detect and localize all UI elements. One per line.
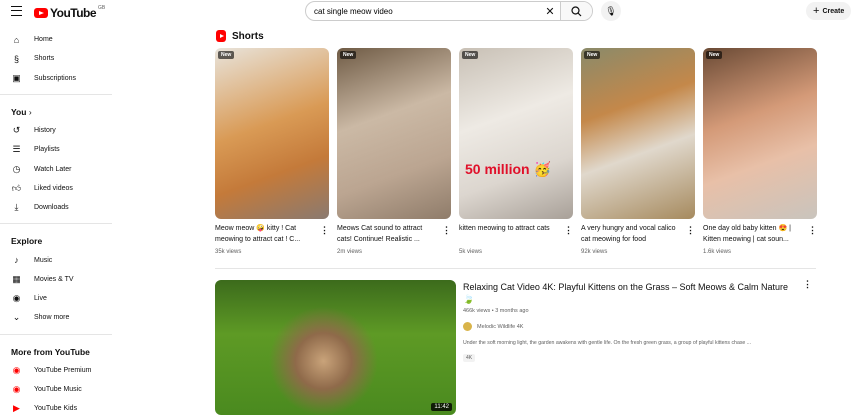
sidebar: ⌂ Home § Shorts ▣ Subscriptions You › ↺ Hist… xyxy=(0,30,112,418)
voice-search-button[interactable]: 🎙 xyxy=(601,1,621,21)
channel-avatar[interactable] xyxy=(463,322,472,331)
clear-icon[interactable]: ✕ xyxy=(540,5,560,18)
sidebar-item-premium[interactable]: ◉ YouTube Premium xyxy=(0,361,112,380)
plus-icon: + xyxy=(813,5,820,17)
history-icon: ↺ xyxy=(12,125,21,136)
chevron-down-icon: ⌄ xyxy=(12,312,21,323)
sidebar-item-movies[interactable]: ▦ Movies & TV xyxy=(0,270,112,289)
new-badge: New xyxy=(462,51,479,59)
short-views: 5k views xyxy=(459,249,483,255)
sidebar-item-subscriptions[interactable]: ▣ Subscriptions xyxy=(0,69,112,88)
video-tag-badge: 4K xyxy=(463,354,476,362)
short-thumbnail[interactable]: New xyxy=(215,48,329,219)
new-badge: New xyxy=(706,51,723,59)
search-button[interactable] xyxy=(560,2,592,20)
menu-icon[interactable] xyxy=(11,6,22,16)
home-icon: ⌂ xyxy=(13,34,20,45)
more-options-icon[interactable]: ⋮ xyxy=(442,225,451,236)
short-thumbnail[interactable]: New xyxy=(337,48,451,219)
new-badge: New xyxy=(584,51,601,59)
youtube-logo[interactable]: YouTube GB xyxy=(34,5,106,20)
short-title[interactable]: Meows Cat sound to attract cats! Continu… xyxy=(337,223,437,245)
divider xyxy=(0,93,112,95)
subscriptions-icon: ▣ xyxy=(12,72,21,83)
thumbnail-overlay-text: 50 million 🥳 xyxy=(465,161,551,177)
sidebar-item-playlists[interactable]: ☰ Playlists xyxy=(0,140,112,159)
sidebar-item-liked-videos[interactable]: 👍︎ Liked videos xyxy=(0,179,112,198)
channel-name[interactable]: Melodic Wildlife 4K xyxy=(477,324,523,330)
video-thumbnail[interactable]: 11:42 xyxy=(215,280,456,415)
music-icon: ♪ xyxy=(14,255,19,266)
sidebar-item-music[interactable]: ♪ Music xyxy=(0,250,112,269)
divider xyxy=(0,333,112,335)
sidebar-item-home[interactable]: ⌂ Home xyxy=(0,30,112,49)
film-icon: ▦ xyxy=(12,273,21,284)
channel[interactable]: Melodic Wildlife 4K xyxy=(463,322,793,331)
video-info: Relaxing Cat Video 4K: Playful Kittens o… xyxy=(463,281,793,364)
video-meta: 466k views • 3 months ago xyxy=(463,308,529,314)
playlists-icon: ☰ xyxy=(12,144,21,155)
short-views: 2m views xyxy=(337,249,363,255)
search-input[interactable] xyxy=(306,6,540,16)
you-heading[interactable]: You › xyxy=(0,101,112,121)
new-badge: New xyxy=(218,51,235,59)
sidebar-item-downloads[interactable]: ⤓ Downloads xyxy=(0,198,112,217)
country-code: GB xyxy=(98,5,106,11)
sidebar-item-show-more[interactable]: ⌄ Show more xyxy=(0,308,112,327)
video-description: Under the soft morning light, the garden… xyxy=(463,340,752,346)
sidebar-item-shorts[interactable]: § Shorts xyxy=(0,49,112,68)
clock-icon: ◷ xyxy=(12,163,21,174)
short-title[interactable]: One day old baby kitten 😍 | Kitten meowi… xyxy=(703,223,803,245)
short-title[interactable]: kitten meowing to attract cats xyxy=(459,223,559,245)
short-views: 35k views xyxy=(215,249,242,255)
youtube-music-icon: ◉ xyxy=(12,384,21,394)
search-icon xyxy=(571,5,582,16)
short-thumbnail[interactable]: New xyxy=(581,48,695,219)
more-heading: More from YouTube xyxy=(11,346,90,357)
top-bar: YouTubeGB ✕ 🎙 +Create xyxy=(0,0,855,24)
divider xyxy=(215,268,816,269)
youtube-play-icon xyxy=(34,8,48,18)
short-card[interactable]: New 50 million 🥳 kitten meowing to attrac… xyxy=(459,48,573,255)
shorts-heading: Shorts xyxy=(216,30,264,42)
shorts-icon xyxy=(216,30,226,42)
more-options-icon[interactable]: ⋮ xyxy=(808,225,817,236)
sidebar-item-watch-later[interactable]: ◷ Watch Later xyxy=(0,159,112,178)
youtube-kids-icon: ▶ xyxy=(13,403,20,414)
explore-heading: Explore xyxy=(11,236,43,247)
create-button[interactable]: + Create xyxy=(806,2,852,20)
chevron-right-icon: › xyxy=(28,106,32,117)
short-card[interactable]: New One day old baby kitten 😍 | Kitten m… xyxy=(703,48,817,255)
short-title[interactable]: Meow meow 🤪 kitty ! Cat meowing to attra… xyxy=(215,223,315,245)
short-thumbnail[interactable]: New xyxy=(703,48,817,219)
short-card[interactable]: New A very hungry and vocal calico cat m… xyxy=(581,48,695,255)
short-title[interactable]: A very hungry and vocal calico cat meowi… xyxy=(581,223,681,245)
sidebar-item-history[interactable]: ↺ History xyxy=(0,121,112,140)
video-duration: 11:42 xyxy=(431,403,452,411)
divider xyxy=(0,223,112,225)
sidebar-item-kids[interactable]: ▶ YouTube Kids xyxy=(0,399,112,418)
shorts-icon: § xyxy=(13,53,19,64)
download-icon: ⤓ xyxy=(14,202,19,213)
new-badge: New xyxy=(340,51,357,59)
sidebar-item-music-app[interactable]: ◉ YouTube Music xyxy=(0,380,112,399)
youtube-premium-icon: ◉ xyxy=(12,364,21,375)
video-title[interactable]: Relaxing Cat Video 4K: Playful Kittens o… xyxy=(463,281,793,305)
short-thumbnail[interactable]: New 50 million 🥳 xyxy=(459,48,573,219)
thumbs-up-icon: 👍︎ xyxy=(11,182,22,193)
more-options-icon[interactable]: ⋮ xyxy=(686,225,695,236)
more-options-icon[interactable]: ⋮ xyxy=(564,225,573,236)
more-options-icon[interactable]: ⋮ xyxy=(803,279,812,290)
search-box: ✕ xyxy=(305,1,593,21)
short-views: 1.6k views xyxy=(703,249,732,255)
sidebar-item-live[interactable]: ◉ Live xyxy=(0,289,112,308)
more-options-icon[interactable]: ⋮ xyxy=(320,225,329,236)
short-views: 92k views xyxy=(581,249,608,255)
live-icon: ◉ xyxy=(12,293,21,304)
short-card[interactable]: New Meows Cat sound to attract cats! Con… xyxy=(337,48,451,255)
mic-icon: 🎙 xyxy=(605,5,617,16)
short-card[interactable]: New Meow meow 🤪 kitty ! Cat meowing to a… xyxy=(215,48,329,255)
